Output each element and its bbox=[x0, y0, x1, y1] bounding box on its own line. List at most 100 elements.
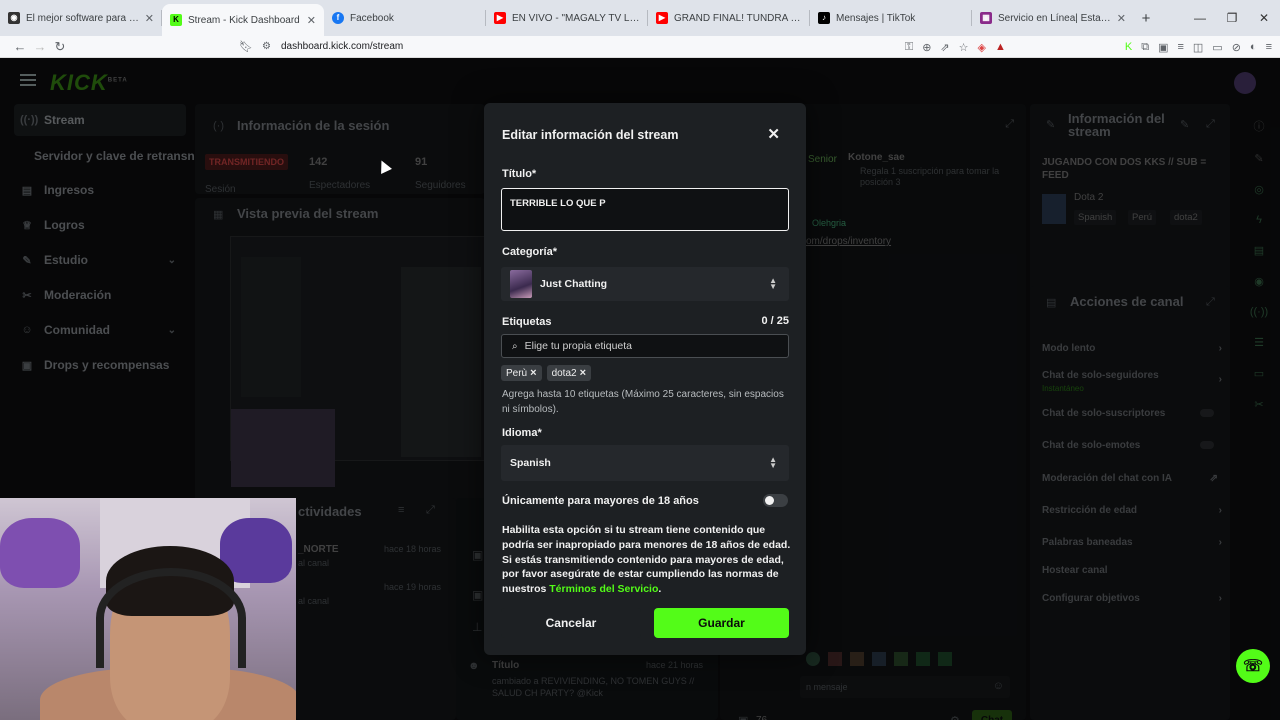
stream-info-panel: ✎ Información del stream ✎ ⤢ JUGANDO CON… bbox=[1030, 104, 1230, 304]
sidebar-item-server-key[interactable]: Servidor y clave de retransn bbox=[34, 140, 194, 172]
list-icon[interactable]: ☰ bbox=[1254, 336, 1264, 349]
sidebar-icon[interactable]: ◫ bbox=[1193, 41, 1203, 54]
action-followers-only[interactable]: Chat de solo-seguidores › bbox=[1042, 370, 1222, 385]
rewards-icon[interactable]: ▲ bbox=[995, 41, 1006, 53]
support-chat-icon[interactable]: ☏ bbox=[1236, 649, 1270, 683]
emoji-icon[interactable]: ☺ bbox=[993, 680, 1004, 692]
category-select[interactable]: Just Chatting ▲ ▼ bbox=[501, 267, 789, 301]
popout-icon[interactable]: ⤢ bbox=[1206, 118, 1215, 131]
close-tab-icon[interactable]: ✕ bbox=[1117, 12, 1126, 25]
wrench-icon[interactable]: ✂ bbox=[1254, 398, 1263, 411]
browser-tab-4[interactable]: ▶ GRAND FINAL! TUNDRA vs YANDEX bbox=[648, 0, 810, 36]
sidebar-item-drops[interactable]: ▣ Drops y recompensas bbox=[14, 349, 186, 381]
close-tab-icon[interactable]: ✕ bbox=[307, 14, 316, 27]
url-field[interactable]: ⚙ dashboard.kick.com/stream bbox=[262, 41, 403, 52]
browser-tab-6[interactable]: ▦ Servicio en Línea| Estado de Trámite ✕ bbox=[972, 0, 1134, 36]
radio-icon[interactable]: ((·)) bbox=[1250, 306, 1268, 318]
document-icon[interactable]: ▤ bbox=[1254, 244, 1264, 257]
action-banned-words[interactable]: Palabras baneadas › bbox=[1042, 537, 1222, 548]
action-subscribers-only[interactable]: Chat de solo-suscriptores bbox=[1042, 408, 1222, 419]
maximize-icon[interactable]: ❐ bbox=[1216, 11, 1248, 25]
info-icon[interactable]: ⓘ bbox=[1254, 118, 1265, 134]
action-slow-mode[interactable]: Modo lento › bbox=[1042, 343, 1222, 354]
modal-title: Editar información del stream bbox=[502, 128, 679, 142]
browser-tab-5[interactable]: ♪ Mensajes | TikTok bbox=[810, 0, 972, 36]
action-age-restriction[interactable]: Restricción de edad › bbox=[1042, 505, 1222, 516]
kick-extension-icon[interactable]: K bbox=[1125, 41, 1132, 53]
terms-of-service-link[interactable]: Términos del Servicio bbox=[549, 583, 658, 595]
tags-input[interactable]: ⌕ bbox=[501, 334, 789, 358]
profile-icon[interactable]: ◐ bbox=[1250, 41, 1257, 53]
zoom-icon[interactable]: ⊕ bbox=[922, 41, 931, 54]
popout-icon[interactable]: ⤢ bbox=[1005, 118, 1014, 131]
menu-icon[interactable]: ≡ bbox=[1266, 41, 1272, 53]
lightning-icon[interactable]: ϟ bbox=[1256, 214, 1262, 226]
chat-input[interactable]: n mensaje ☺ bbox=[800, 676, 1010, 698]
extensions-icon[interactable]: ⧉ bbox=[1141, 41, 1149, 54]
star-icon[interactable]: ☆ bbox=[959, 41, 969, 54]
sidebar-item-stream[interactable]: ((·)) Stream bbox=[14, 104, 186, 136]
minimize-icon[interactable]: — bbox=[1184, 11, 1216, 25]
hamburger-menu-icon[interactable] bbox=[20, 74, 36, 86]
action-ai-moderation[interactable]: Moderación del chat con IA ⇗ bbox=[1042, 473, 1222, 484]
tab-search-icon[interactable]: ▣ bbox=[1158, 41, 1168, 54]
sidebar-item-label: Logros bbox=[44, 218, 85, 232]
bookmark-icon[interactable]: 🔖︎ bbox=[236, 40, 256, 53]
url-text: dashboard.kick.com/stream bbox=[280, 41, 404, 52]
close-tab-icon[interactable]: ✕ bbox=[145, 12, 154, 25]
action-emotes-only[interactable]: Chat de solo-emotes bbox=[1042, 440, 1222, 451]
action-goals[interactable]: Configurar objetivos › bbox=[1042, 593, 1222, 604]
wallet-icon[interactable]: ▭ bbox=[1212, 41, 1222, 54]
sidebar-item-moderation[interactable]: ✂ Moderación bbox=[14, 279, 186, 311]
popout-icon[interactable]: ⤢ bbox=[1206, 296, 1215, 309]
chat-send-button[interactable]: Chat bbox=[972, 710, 1012, 720]
share-icon[interactable]: ⇗ bbox=[940, 41, 949, 54]
filter-icon[interactable]: ≡ bbox=[398, 504, 404, 516]
tag-chip[interactable]: dota2 × bbox=[546, 365, 592, 381]
forward-icon[interactable]: → bbox=[30, 39, 50, 54]
stream-title-input[interactable]: TERRIBLE LO QUE P bbox=[501, 188, 789, 231]
tags-input-field[interactable] bbox=[522, 339, 763, 353]
close-icon[interactable]: ✕ bbox=[767, 125, 780, 143]
popout-icon[interactable]: ⤢ bbox=[426, 504, 435, 517]
gear-icon[interactable]: ⚙ bbox=[950, 714, 960, 720]
reload-icon[interactable]: ↻ bbox=[50, 39, 70, 55]
tag-chip[interactable]: Perù × bbox=[501, 365, 542, 381]
new-tab-icon[interactable]: + bbox=[1134, 10, 1158, 27]
chevron-right-icon: › bbox=[1218, 593, 1222, 604]
category-value: Just Chatting bbox=[540, 278, 608, 290]
chat-link[interactable]: om/drops/inventory bbox=[806, 236, 891, 247]
browser-tab-1[interactable]: K Stream - Kick Dashboard ✕ bbox=[162, 4, 324, 36]
language-select[interactable]: Spanish ▲ ▼ bbox=[501, 445, 789, 481]
adult-content-toggle[interactable] bbox=[763, 494, 788, 507]
save-button[interactable]: Guardar bbox=[654, 608, 789, 638]
browser-tab-2[interactable]: f Facebook bbox=[324, 0, 486, 36]
card-icon[interactable]: ▭ bbox=[1254, 367, 1264, 380]
camera-icon[interactable]: ◎ bbox=[1254, 183, 1264, 196]
remove-tag-icon[interactable]: × bbox=[530, 367, 536, 379]
action-host-channel[interactable]: Hostear canal bbox=[1042, 565, 1222, 576]
avatar[interactable] bbox=[1234, 72, 1256, 94]
stream-preview-video[interactable] bbox=[230, 236, 485, 487]
kick-logo[interactable]: KICKBETA bbox=[50, 70, 128, 96]
browser-tab-3[interactable]: ▶ EN VIVO - "MAGALY TV LA FI bbox=[486, 0, 648, 36]
browser-tab-0[interactable]: ◉ El mejor software para potenciar tu ✕ bbox=[0, 0, 162, 36]
sidebar-item-achievements[interactable]: ♕ Logros bbox=[14, 209, 186, 241]
chat-bubble-icon[interactable]: ◉ bbox=[1254, 275, 1264, 288]
sidebar-item-income[interactable]: ▤ Ingresos bbox=[14, 174, 186, 206]
reading-list-icon[interactable]: ≡ bbox=[1177, 41, 1183, 53]
sidebar-item-community[interactable]: ☺ Comunidad ⌄ bbox=[14, 314, 186, 346]
remove-tag-icon[interactable]: × bbox=[580, 367, 586, 379]
back-icon[interactable]: ← bbox=[10, 39, 30, 54]
edit-icon[interactable]: ✎ bbox=[1254, 152, 1263, 165]
password-icon[interactable]: ⚿ bbox=[905, 41, 913, 54]
close-window-icon[interactable]: ✕ bbox=[1248, 11, 1280, 25]
stream-info-text: JUGANDO CON DOS KKS // SUB = FEED bbox=[1042, 157, 1207, 181]
sidebar-item-studio[interactable]: ✎ Estudio ⌄ bbox=[14, 244, 186, 276]
site-info-icon[interactable]: ⚙ bbox=[262, 41, 271, 52]
brave-shield-icon[interactable]: ◈ bbox=[978, 41, 986, 54]
cancel-button[interactable]: Cancelar bbox=[501, 608, 641, 638]
followers-only-sub: Instantáneo bbox=[1042, 384, 1084, 393]
edit-icon[interactable]: ✎ bbox=[1180, 118, 1189, 131]
vpn-icon[interactable]: ⊘ bbox=[1232, 41, 1241, 54]
